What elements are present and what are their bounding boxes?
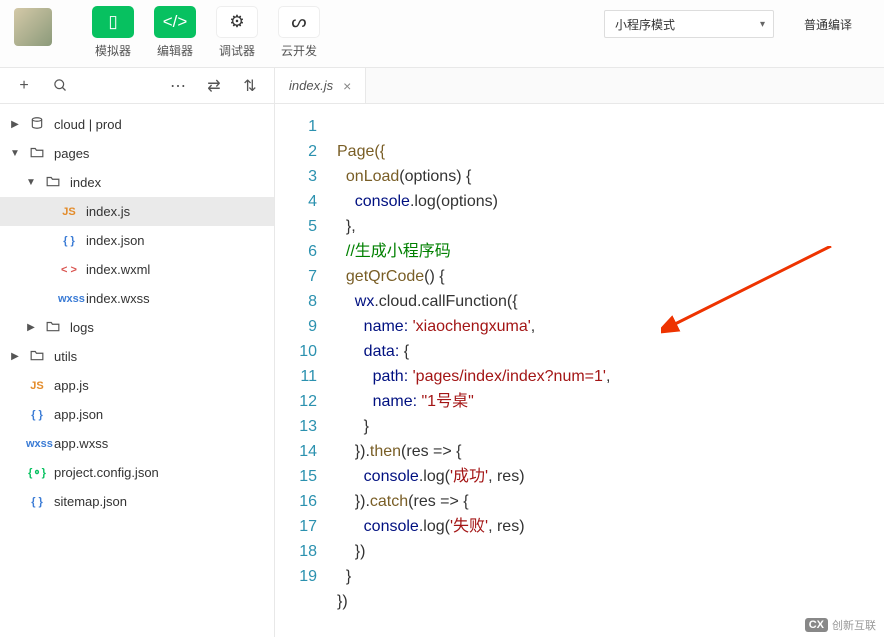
tree-item-app-wxss[interactable]: wxss app.wxss — [0, 429, 274, 458]
tree-item-index[interactable]: ▼ index — [0, 168, 274, 197]
watermark-text: 创新互联 — [832, 617, 876, 633]
json-icon: { } — [58, 235, 80, 247]
wxss-icon: wxss — [26, 438, 48, 450]
sort-button[interactable]: ⇅ — [234, 72, 266, 100]
mode-select-value: 小程序模式 — [615, 16, 675, 33]
tree-item-utils[interactable]: ▶ utils — [0, 342, 274, 371]
compile-select[interactable]: 普通编译 — [794, 10, 872, 38]
annotation-arrow — [661, 246, 841, 366]
wxml-icon: < > — [58, 264, 80, 276]
tool-label: 云开发 — [281, 42, 317, 59]
mode-select[interactable]: 小程序模式 ▾ — [604, 10, 774, 38]
chevron-icon: ▶ — [10, 351, 20, 362]
avatar[interactable] — [14, 8, 52, 46]
tool-label: 调试器 — [219, 42, 255, 59]
folder-icon — [42, 320, 64, 335]
tool-label: 模拟器 — [95, 42, 131, 59]
watermark: CX 创新互联 — [805, 617, 876, 633]
simulator-button[interactable]: ▯ 模拟器 — [92, 6, 134, 59]
chevron-icon: ▶ — [26, 322, 36, 333]
tree-item-cloud---prod[interactable]: ▶ cloud | prod — [0, 110, 274, 139]
tab-title: index.js — [289, 78, 333, 93]
device-icon: ▯ — [92, 6, 134, 38]
tree-item-logs[interactable]: ▶ logs — [0, 313, 274, 342]
editor-tabs: index.js × — [275, 68, 884, 104]
debugger-button[interactable]: ⚙ 调试器 — [216, 6, 258, 59]
line-gutter: 12345678910111213141516171819 — [275, 104, 331, 637]
add-file-button[interactable]: + — [8, 72, 40, 100]
settings-icon: ⚙ — [216, 6, 258, 38]
tree-item-index-wxss[interactable]: wxss index.wxss — [0, 284, 274, 313]
close-icon[interactable]: × — [343, 78, 351, 94]
collapse-button[interactable]: ⇄ — [198, 72, 230, 100]
code-content: Page({ onLoad(options) { console.log(opt… — [331, 104, 610, 637]
search-button[interactable] — [44, 72, 76, 100]
tree-item-index-js[interactable]: JS index.js — [0, 197, 274, 226]
tree-label: index.js — [86, 204, 130, 219]
tree-label: pages — [54, 146, 89, 161]
file-explorer: + ⋯ ⇄ ⇅ ▶ cloud | prod ▼ pages ▼ index JS index… — [0, 68, 275, 637]
wxss-icon: wxss — [58, 293, 80, 305]
tree-label: app.js — [54, 378, 89, 393]
folder-icon — [26, 146, 48, 161]
search-icon — [53, 78, 68, 93]
tree-item-pages[interactable]: ▼ pages — [0, 139, 274, 168]
file-tree: ▶ cloud | prod ▼ pages ▼ index JS index.js { } in… — [0, 104, 274, 522]
editor-button[interactable]: </> 编辑器 — [154, 6, 196, 59]
config-icon: {⚬} — [26, 466, 48, 479]
js-icon: JS — [26, 380, 48, 392]
folder-db-icon — [26, 117, 48, 132]
json-icon: { } — [26, 409, 48, 421]
tree-label: logs — [70, 320, 94, 335]
tool-label: 编辑器 — [157, 42, 193, 59]
topbar-right: 小程序模式 ▾ 普通编译 — [604, 6, 884, 38]
tree-label: index.wxml — [86, 262, 150, 277]
chevron-icon: ▶ — [10, 119, 20, 130]
tree-item-app-js[interactable]: JS app.js — [0, 371, 274, 400]
chevron-icon: ▼ — [26, 177, 36, 188]
tree-item-project-config-json[interactable]: {⚬} project.config.json — [0, 458, 274, 487]
code-editor: index.js × 12345678910111213141516171819… — [275, 68, 884, 637]
tree-item-index-json[interactable]: { } index.json — [0, 226, 274, 255]
code-area[interactable]: 12345678910111213141516171819 Page({ onL… — [275, 104, 884, 637]
tree-item-app-json[interactable]: { } app.json — [0, 400, 274, 429]
json-icon: { } — [26, 496, 48, 508]
topbar-left: ▯ 模拟器 </> 编辑器 ⚙ 调试器 ᔕ 云开发 — [0, 6, 320, 59]
tree-item-index-wxml[interactable]: < > index.wxml — [0, 255, 274, 284]
cloud-icon: ᔕ — [278, 6, 320, 38]
cloud-dev-button[interactable]: ᔕ 云开发 — [278, 6, 320, 59]
tree-label: index — [70, 175, 101, 190]
tree-label: app.json — [54, 407, 103, 422]
tree-label: project.config.json — [54, 465, 159, 480]
tool-group: ▯ 模拟器 </> 编辑器 ⚙ 调试器 ᔕ 云开发 — [92, 6, 320, 59]
js-icon: JS — [58, 206, 80, 218]
tree-label: app.wxss — [54, 436, 108, 451]
tab-index-js[interactable]: index.js × — [275, 68, 366, 103]
watermark-badge: CX — [805, 618, 828, 632]
more-button[interactable]: ⋯ — [162, 72, 194, 100]
folder-icon — [42, 175, 64, 190]
explorer-toolbar: + ⋯ ⇄ ⇅ — [0, 68, 274, 104]
tree-label: index.json — [86, 233, 145, 248]
tree-item-sitemap-json[interactable]: { } sitemap.json — [0, 487, 274, 516]
main: + ⋯ ⇄ ⇅ ▶ cloud | prod ▼ pages ▼ index JS index… — [0, 68, 884, 637]
code-icon: </> — [154, 6, 196, 38]
tree-label: sitemap.json — [54, 494, 127, 509]
topbar: ▯ 模拟器 </> 编辑器 ⚙ 调试器 ᔕ 云开发 小程序模式 ▾ 普通编译 — [0, 0, 884, 68]
folder-icon — [26, 349, 48, 364]
tree-label: utils — [54, 349, 77, 364]
tree-label: index.wxss — [86, 291, 150, 306]
chevron-down-icon: ▾ — [760, 19, 765, 30]
chevron-icon: ▼ — [10, 148, 20, 159]
tree-label: cloud | prod — [54, 117, 122, 132]
